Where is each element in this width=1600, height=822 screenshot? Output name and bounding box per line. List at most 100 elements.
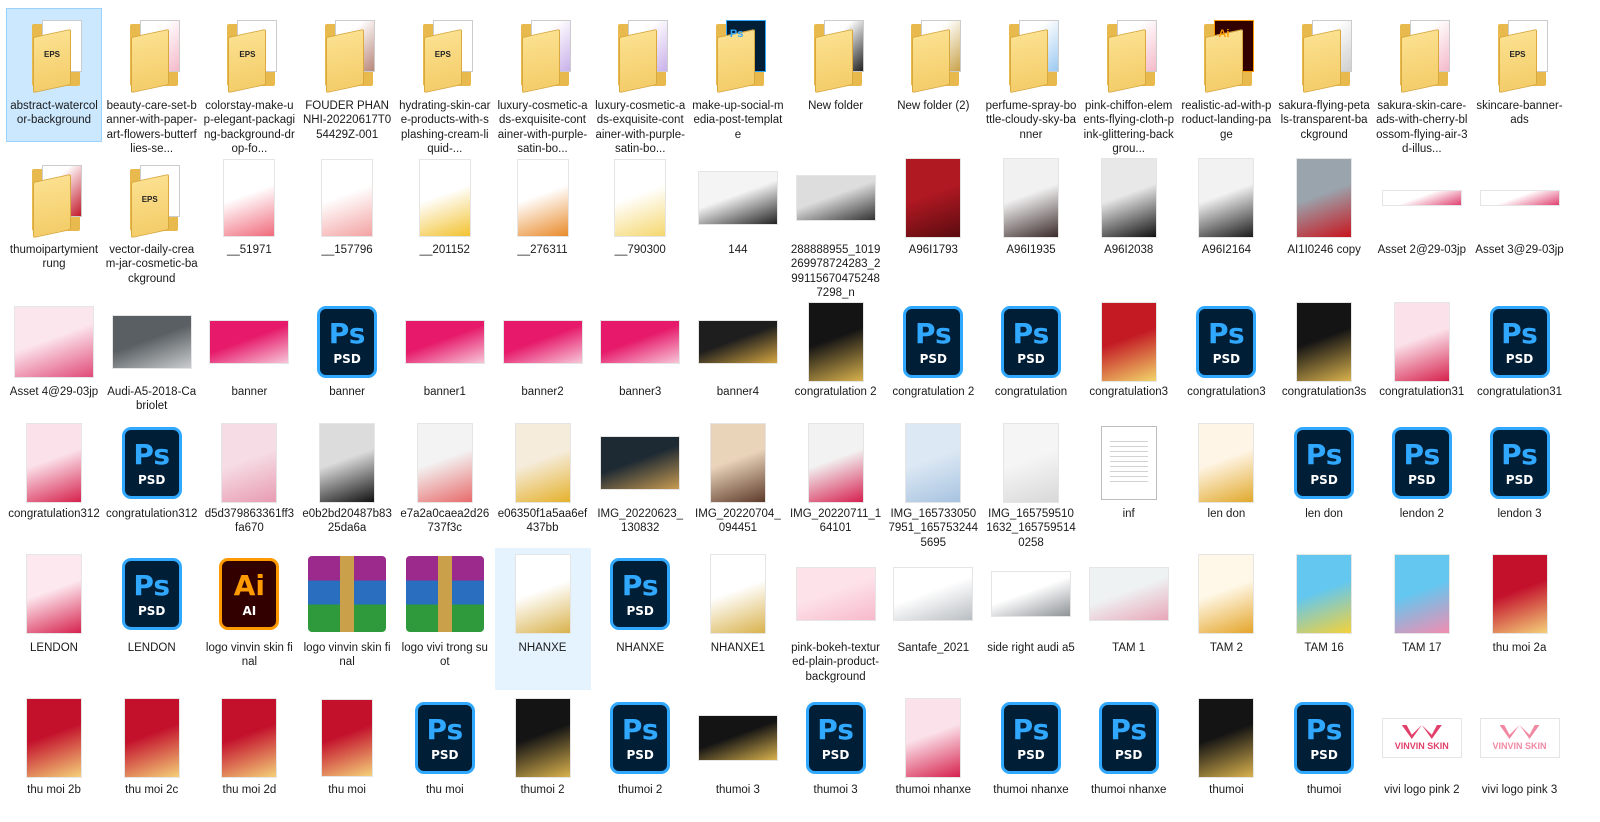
folder-item[interactable]: EPS abstract-watercolor-background: [6, 8, 102, 142]
file-item[interactable]: VINVIN SKIN vivi logo pink 2: [1374, 694, 1470, 812]
file-item[interactable]: banner: [201, 300, 297, 416]
file-item[interactable]: IMG_20220623_130832: [592, 420, 688, 546]
file-item[interactable]: __276311: [495, 154, 591, 296]
file-item[interactable]: banner2: [495, 300, 591, 416]
file-item[interactable]: A96I1935: [983, 154, 1079, 296]
folder-item[interactable]: EPS vector-daily-cream-jar-cosmetic-backg…: [104, 154, 200, 296]
file-item[interactable]: logo vinvin skin final: [299, 548, 395, 690]
file-item[interactable]: Ps PSD congratulation 2: [885, 300, 981, 416]
folder-item[interactable]: beauty-care-set-banner-with-paper-art-fl…: [104, 8, 200, 155]
file-item[interactable]: Asset 4@29-03jp: [6, 300, 102, 416]
file-item[interactable]: Ps PSD congratulation3: [1178, 300, 1274, 416]
file-item[interactable]: banner3: [592, 300, 688, 416]
folder-item[interactable]: EPS skincare-banner-ads: [1472, 8, 1568, 142]
file-item[interactable]: Ps PSD congratulation: [983, 300, 1079, 416]
file-item[interactable]: Audi-A5-2018-Cabriolet: [104, 300, 200, 416]
file-item[interactable]: TAM 17: [1374, 548, 1470, 690]
file-item[interactable]: __51971: [201, 154, 297, 296]
file-item[interactable]: thumoi 2: [495, 694, 591, 812]
file-item[interactable]: thu moi: [299, 694, 395, 812]
file-item[interactable]: __790300: [592, 154, 688, 296]
folder-item[interactable]: Ps make-up-social-media-post-template: [690, 8, 786, 142]
file-item[interactable]: logo vivi trong suot: [397, 548, 493, 690]
file-item[interactable]: thu moi 2d: [201, 694, 297, 812]
folder-item[interactable]: luxury-cosmetic-ads-exquisite-container-…: [592, 8, 688, 155]
folder-item[interactable]: luxury-cosmetic-ads-exquisite-container-…: [495, 8, 591, 155]
file-item[interactable]: IMG_1657595101632_1657595140258: [983, 420, 1079, 549]
folder-item[interactable]: pink-chiffon-elements-flying-cloth-pink-…: [1081, 8, 1177, 155]
folder-item[interactable]: New folder (2): [885, 8, 981, 142]
file-item[interactable]: NHANXE: [494, 548, 591, 690]
file-item[interactable]: side right audi a5: [983, 548, 1079, 690]
file-item[interactable]: congratulation 2: [788, 300, 884, 416]
folder-item[interactable]: sakura-skin-care-ads-with-cherry-blossom…: [1374, 8, 1470, 155]
file-item[interactable]: IMG_1657330507951_1657532445695: [885, 420, 981, 549]
file-item[interactable]: thumoi 3: [690, 694, 786, 812]
photoshop-file-icon: Ps PSD: [414, 702, 475, 774]
file-item[interactable]: e06350f1a5aa6ef437bb: [495, 420, 591, 546]
file-item[interactable]: Asset 2@29-03jp: [1374, 154, 1470, 296]
file-item[interactable]: e0b2bd20487b8325da6a: [299, 420, 395, 546]
file-item[interactable]: Ps PSD thumoi: [1276, 694, 1372, 812]
folder-item[interactable]: perfume-spray-bottle-cloudy-sky-banner: [983, 8, 1079, 142]
file-item[interactable]: IMG_20220704_094451: [690, 420, 786, 546]
file-item[interactable]: thu moi 2c: [104, 694, 200, 812]
file-item[interactable]: __201152: [397, 154, 493, 296]
file-item[interactable]: 144: [690, 154, 786, 296]
file-item[interactable]: Ps PSD banner: [299, 300, 395, 416]
file-item[interactable]: d5d379863361ff3fa670: [201, 420, 297, 546]
folder-item[interactable]: thumoipartymientrung: [6, 154, 102, 296]
file-item[interactable]: inf: [1081, 420, 1177, 546]
file-item[interactable]: Ps PSD congratulation31: [1472, 300, 1568, 416]
file-item[interactable]: Ps PSD lendon 2: [1374, 420, 1470, 546]
ai-badge: Ai: [1218, 28, 1230, 40]
file-item[interactable]: Ps PSD thumoi 3: [788, 694, 884, 812]
file-item[interactable]: 288888955_1019269978724283_2991156704752…: [788, 154, 884, 299]
file-item[interactable]: Ps PSD NHANXE: [592, 548, 688, 690]
file-item[interactable]: AI1I0246 copy: [1276, 154, 1372, 296]
file-item[interactable]: A96I2164: [1178, 154, 1274, 296]
folder-item[interactable]: New folder: [788, 8, 884, 142]
file-item[interactable]: len don: [1178, 420, 1274, 546]
file-item[interactable]: IMG_20220711_164101: [788, 420, 884, 546]
file-item[interactable]: __157796: [299, 154, 395, 296]
file-item[interactable]: VINVIN SKIN vivi logo pink 3: [1472, 694, 1568, 812]
file-item[interactable]: e7a2a0caea2d26737f3c: [397, 420, 493, 546]
file-item[interactable]: Ps PSD LENDON: [104, 548, 200, 690]
file-item[interactable]: Ps PSD thumoi nhanxe: [983, 694, 1079, 812]
file-item[interactable]: Asset 3@29-03jp: [1472, 154, 1568, 296]
file-item[interactable]: NHANXE1: [690, 548, 786, 690]
file-item[interactable]: Ps PSD thumoi nhanxe: [1081, 694, 1177, 812]
file-item[interactable]: A96I2038: [1081, 154, 1177, 296]
file-item[interactable]: banner1: [397, 300, 493, 416]
folder-item[interactable]: Ai realistic-ad-with-product-landing-page: [1178, 8, 1274, 142]
file-item[interactable]: thu moi 2b: [6, 694, 102, 812]
file-item[interactable]: Ps PSD thu moi: [397, 694, 493, 812]
file-item[interactable]: Santafe_2021: [885, 548, 981, 690]
file-item[interactable]: thu moi 2a: [1472, 548, 1568, 690]
folder-item[interactable]: EPS hydrating-skin-care-products-with-spl…: [397, 8, 493, 155]
file-item[interactable]: banner4: [690, 300, 786, 416]
file-item[interactable]: congratulation3s: [1276, 300, 1372, 416]
folder-item[interactable]: FOUDER PHAN NHI-20220617T054429Z-001: [299, 8, 395, 142]
item-label: colorstay-make-up-elegant-packaging-back…: [203, 100, 296, 156]
file-item[interactable]: TAM 1: [1081, 548, 1177, 690]
file-item[interactable]: congratulation312: [6, 420, 102, 546]
file-item[interactable]: Ps PSD lendon 3: [1472, 420, 1568, 546]
file-item[interactable]: Ps PSD congratulation312: [104, 420, 200, 546]
file-item[interactable]: A96I1793: [885, 154, 981, 296]
file-item[interactable]: congratulation31: [1374, 300, 1470, 416]
item-thumbnail: Ps PSD: [398, 695, 492, 781]
file-item[interactable]: Ai AI logo vinvin skin final: [201, 548, 297, 690]
file-item[interactable]: thumoi nhanxe: [885, 694, 981, 812]
file-item[interactable]: pink-bokeh-textured-plain-product-backgr…: [788, 548, 884, 690]
file-item[interactable]: Ps PSD len don: [1276, 420, 1372, 546]
file-item[interactable]: TAM 2: [1178, 548, 1274, 690]
file-item[interactable]: Ps PSD thumoi 2: [592, 694, 688, 812]
folder-item[interactable]: EPS colorstay-make-up-elegant-packaging-b…: [201, 8, 297, 155]
file-item[interactable]: thumoi: [1178, 694, 1274, 812]
file-item[interactable]: congratulation3: [1081, 300, 1177, 416]
folder-item[interactable]: sakura-flying-petals-transparent-backgro…: [1276, 8, 1372, 142]
file-item[interactable]: TAM 16: [1276, 548, 1372, 690]
file-item[interactable]: LENDON: [6, 548, 102, 690]
